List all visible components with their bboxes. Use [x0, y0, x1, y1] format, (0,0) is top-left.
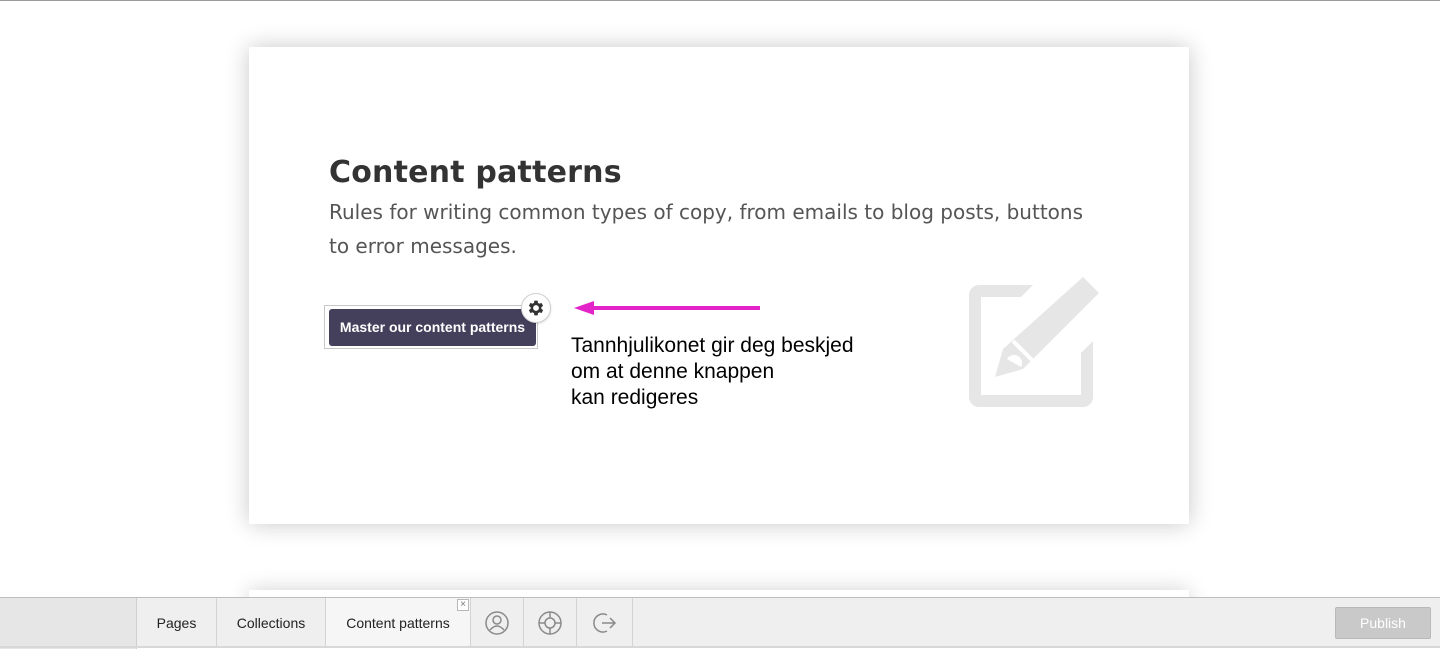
annotation-text: Tannhjulikonet gir deg beskjed om at den… [571, 333, 854, 411]
logout-icon[interactable] [578, 598, 633, 648]
publish-button[interactable]: Publish [1335, 607, 1431, 639]
help-lifebuoy-icon[interactable] [524, 598, 577, 648]
annotation-arrow [574, 301, 760, 315]
annotation-line: Tannhjulikonet gir deg beskjed [571, 334, 854, 357]
tab-label: Content patterns [346, 615, 450, 631]
tab-label: Collections [236, 615, 306, 631]
annotation-line: om at denne knappen [571, 360, 775, 383]
bottom-toolbar: Pages Collections Content patterns × Pub… [0, 597, 1440, 649]
toolbar-left-area [0, 598, 137, 649]
gear-icon[interactable] [521, 293, 551, 323]
annotation-line: kan redigeres [571, 386, 699, 409]
content-card: Content patterns Rules for writing commo… [249, 47, 1189, 524]
page-subtitle: Rules for writing common types of copy, … [329, 200, 1083, 258]
tab-label: Pages [156, 615, 197, 631]
tab-pages[interactable]: Pages [137, 598, 217, 648]
edit-pencil-icon [969, 277, 1099, 407]
page-title: Content patterns [329, 155, 622, 190]
user-icon[interactable] [471, 598, 524, 648]
master-content-patterns-button[interactable]: Master our content patterns [329, 309, 536, 346]
top-border [0, 0, 1440, 1]
tab-content-patterns[interactable]: Content patterns × [326, 598, 471, 648]
close-icon[interactable]: × [457, 599, 469, 611]
tab-collections[interactable]: Collections [217, 598, 326, 648]
